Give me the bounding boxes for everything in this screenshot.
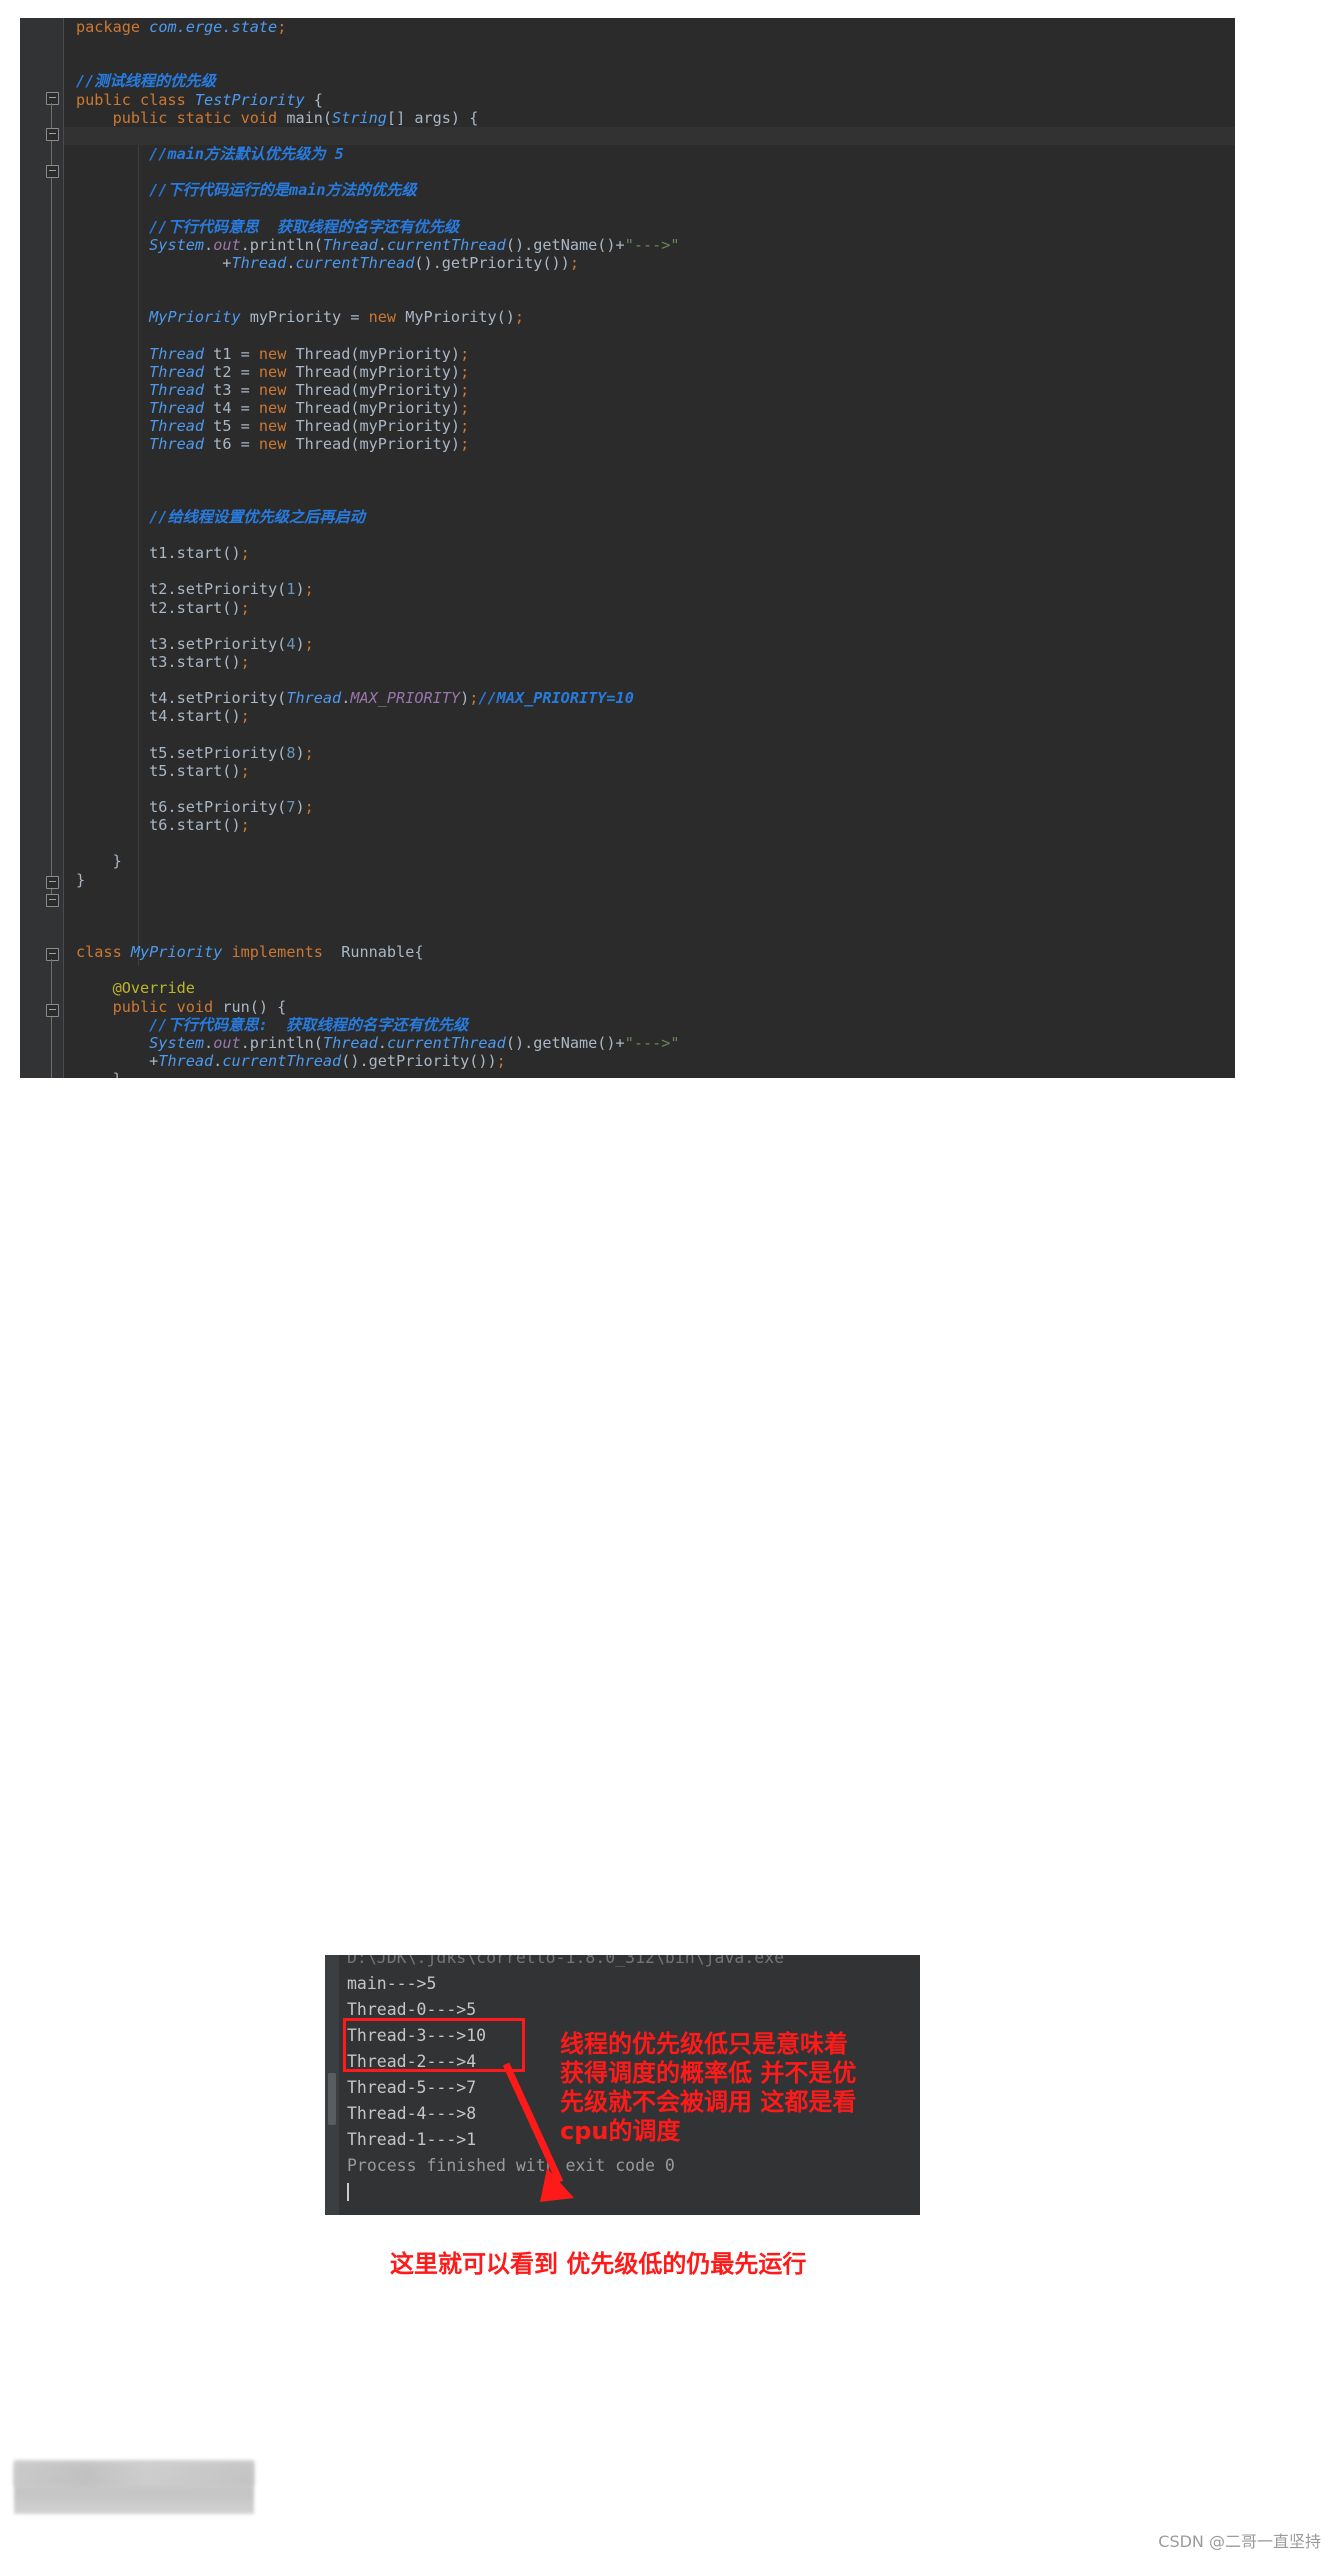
code-line[interactable]: package com.erge.state; bbox=[64, 18, 1235, 36]
code-line[interactable] bbox=[64, 671, 1235, 689]
code-line[interactable] bbox=[64, 490, 1235, 508]
code-line[interactable] bbox=[64, 780, 1235, 798]
code-line[interactable]: t3.start(); bbox=[64, 653, 1235, 671]
code-line[interactable] bbox=[64, 961, 1235, 979]
code-line[interactable] bbox=[64, 163, 1235, 181]
code-line[interactable] bbox=[64, 725, 1235, 743]
csdn-watermark: CSDN @二哥一直坚持 bbox=[1158, 2532, 1321, 2551]
console-line: main--->5 bbox=[347, 1974, 437, 1993]
code-line[interactable] bbox=[64, 290, 1235, 308]
code-line[interactable]: t5.start(); bbox=[64, 762, 1235, 780]
console-scrollbar-thumb[interactable] bbox=[328, 2073, 336, 2125]
fold-marker-run[interactable] bbox=[46, 1004, 59, 1017]
console-scrollbar[interactable] bbox=[325, 1955, 339, 2215]
code-line[interactable]: t6.start(); bbox=[64, 816, 1235, 834]
code-line[interactable] bbox=[64, 199, 1235, 217]
code-line[interactable]: System.out.println(Thread.currentThread(… bbox=[64, 1034, 1235, 1052]
highlight-box-threads bbox=[343, 2018, 525, 2072]
code-line[interactable] bbox=[64, 907, 1235, 925]
code-line[interactable] bbox=[64, 472, 1235, 490]
fold-range-class bbox=[51, 103, 52, 898]
fold-marker-class[interactable] bbox=[46, 92, 59, 105]
fold-marker-class-end[interactable] bbox=[46, 894, 59, 907]
code-line[interactable]: //测试线程的优先级 bbox=[64, 72, 1235, 90]
code-line[interactable] bbox=[64, 126, 1235, 145]
annotation-main-note: 线程的优先级低只是意味着 获得调度的概率低 并不是优 先级就不会被调用 这都是看… bbox=[560, 2030, 857, 2145]
redacted-bar-overlay bbox=[14, 2462, 254, 2486]
code-editor-panel: package com.erge.state; //测试线程的优先级 public… bbox=[20, 18, 1235, 1078]
code-line[interactable]: //main方法默认优先级为 5 bbox=[64, 145, 1235, 163]
code-line[interactable]: class MyPriority implements Runnable{ bbox=[64, 943, 1235, 961]
code-line[interactable] bbox=[64, 925, 1235, 943]
code-line[interactable]: t4.setPriority(Thread.MAX_PRIORITY);//MA… bbox=[64, 689, 1235, 707]
code-line[interactable] bbox=[64, 272, 1235, 290]
console-caret bbox=[347, 2183, 349, 2201]
code-line[interactable]: Thread t6 = new Thread(myPriority); bbox=[64, 435, 1235, 453]
code-line[interactable]: +Thread.currentThread().getPriority()); bbox=[64, 1052, 1235, 1070]
console-run-command: D:\JDK\.jdks\corretto-1.8.0_312\bin\java… bbox=[347, 1955, 785, 1967]
code-line[interactable]: Thread t2 = new Thread(myPriority); bbox=[64, 363, 1235, 381]
code-line[interactable]: //下行代码运行的是main方法的优先级 bbox=[64, 181, 1235, 199]
fold-marker-main-end[interactable] bbox=[46, 876, 59, 889]
code-line[interactable] bbox=[64, 562, 1235, 580]
code-line[interactable]: //给线程设置优先级之后再启动 bbox=[64, 508, 1235, 526]
source-code[interactable]: package com.erge.state; //测试线程的优先级 public… bbox=[64, 18, 1235, 1078]
fold-marker-block[interactable] bbox=[46, 165, 59, 178]
code-line[interactable]: t4.start(); bbox=[64, 707, 1235, 725]
code-line[interactable]: //下行代码意思 获取线程的名字还有优先级 bbox=[64, 218, 1235, 236]
code-line[interactable]: public void run() { bbox=[64, 998, 1235, 1016]
code-line[interactable] bbox=[64, 834, 1235, 852]
code-line[interactable] bbox=[64, 617, 1235, 635]
fold-marker-main[interactable] bbox=[46, 128, 59, 141]
console-exit-line: Process finished with exit code 0 bbox=[347, 2156, 675, 2175]
code-line[interactable]: t5.setPriority(8); bbox=[64, 744, 1235, 762]
code-line[interactable]: Thread t1 = new Thread(myPriority); bbox=[64, 345, 1235, 363]
code-line[interactable]: t3.setPriority(4); bbox=[64, 635, 1235, 653]
code-line[interactable] bbox=[64, 54, 1235, 72]
code-line[interactable]: } bbox=[64, 852, 1235, 870]
code-line[interactable]: System.out.println(Thread.currentThread(… bbox=[64, 236, 1235, 254]
code-line[interactable]: public static void main(String[] args) { bbox=[64, 109, 1235, 127]
code-line[interactable]: MyPriority myPriority = new MyPriority()… bbox=[64, 308, 1235, 326]
code-line[interactable] bbox=[64, 453, 1235, 471]
fold-range-mypriority bbox=[51, 959, 52, 1078]
code-line[interactable]: public class TestPriority { bbox=[64, 91, 1235, 109]
code-line[interactable]: @Override bbox=[64, 979, 1235, 997]
code-line[interactable]: Thread t4 = new Thread(myPriority); bbox=[64, 399, 1235, 417]
code-line[interactable] bbox=[64, 889, 1235, 907]
code-line[interactable] bbox=[64, 36, 1235, 54]
fold-marker-mypriority[interactable] bbox=[46, 948, 59, 961]
code-line[interactable]: Thread t5 = new Thread(myPriority); bbox=[64, 417, 1235, 435]
code-line[interactable]: //下行代码意思: 获取线程的名字还有优先级 bbox=[64, 1016, 1235, 1034]
code-line[interactable]: t2.setPriority(1); bbox=[64, 580, 1235, 598]
code-line[interactable]: t6.setPriority(7); bbox=[64, 798, 1235, 816]
code-line[interactable]: t2.start(); bbox=[64, 599, 1235, 617]
code-line[interactable]: +Thread.currentThread().getPriority()); bbox=[64, 254, 1235, 272]
code-line[interactable]: Thread t3 = new Thread(myPriority); bbox=[64, 381, 1235, 399]
code-line[interactable] bbox=[64, 326, 1235, 344]
code-line[interactable]: t1.start(); bbox=[64, 544, 1235, 562]
code-line[interactable] bbox=[64, 526, 1235, 544]
code-line[interactable]: } bbox=[64, 871, 1235, 889]
code-line[interactable]: } bbox=[64, 1070, 1235, 1078]
annotation-bottom-note: 这里就可以看到 优先级低的仍最先运行 bbox=[390, 2250, 807, 2278]
